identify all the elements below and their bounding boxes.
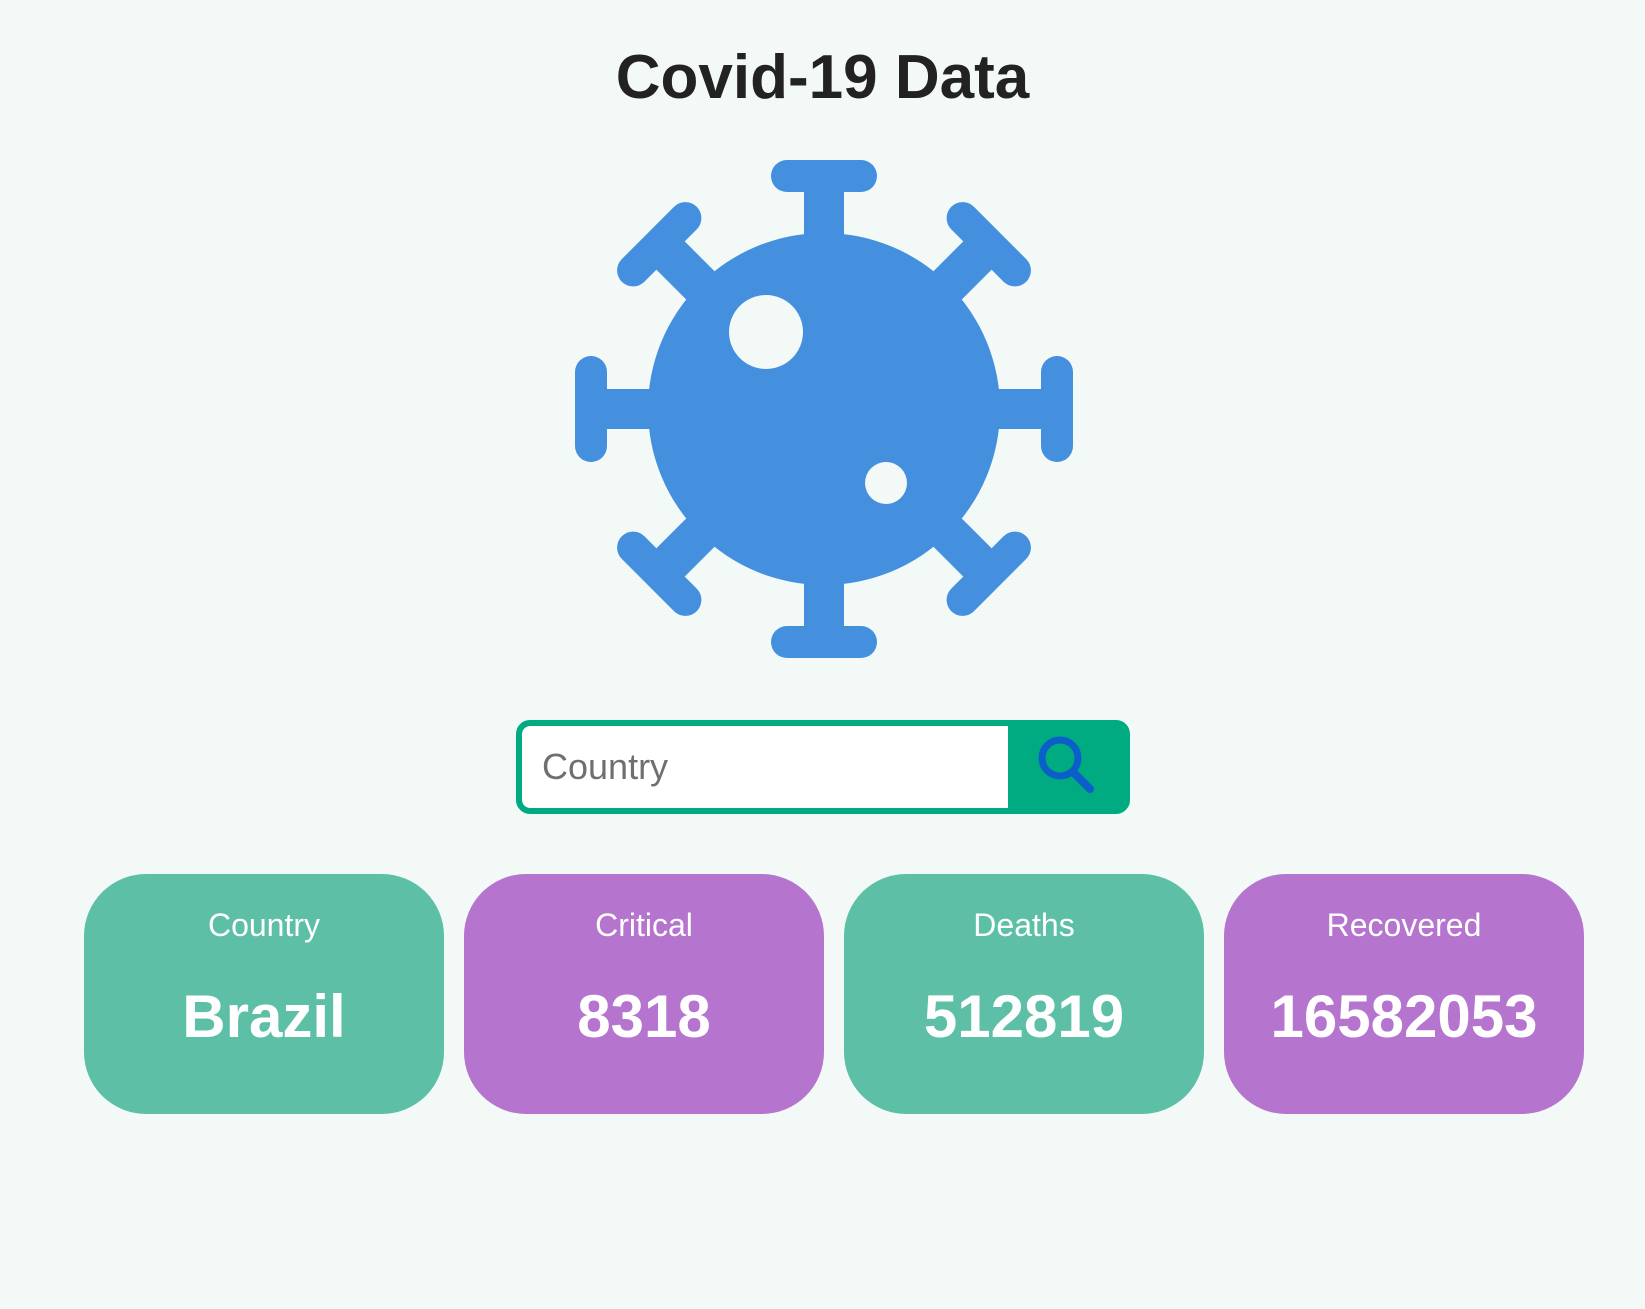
search-button[interactable] bbox=[1008, 726, 1124, 808]
recovered-card-label: Recovered bbox=[1326, 907, 1482, 943]
country-search-input[interactable] bbox=[522, 726, 1008, 808]
search-bar bbox=[516, 720, 1130, 814]
critical-card-label: Critical bbox=[595, 907, 693, 943]
country-card-label: Country bbox=[207, 907, 321, 943]
deaths-card-value: 512819 bbox=[923, 983, 1125, 1050]
search-icon bbox=[1036, 734, 1096, 801]
critical-card: Critical 8318 bbox=[464, 874, 824, 1114]
page-title: Covid-19 Data bbox=[615, 43, 1030, 112]
deaths-card: Deaths 512819 bbox=[844, 874, 1204, 1114]
country-card: Country Brazil bbox=[84, 874, 444, 1114]
country-card-value: Brazil bbox=[182, 983, 346, 1050]
recovered-card: Recovered 16582053 bbox=[1224, 874, 1584, 1114]
deaths-card-label: Deaths bbox=[973, 907, 1075, 943]
recovered-card-value: 16582053 bbox=[1270, 983, 1538, 1050]
critical-card-value: 8318 bbox=[577, 983, 711, 1050]
stats-cards: Country Brazil Critical 8318 Deaths 5128… bbox=[84, 874, 1585, 1114]
virus-icon bbox=[573, 158, 1075, 660]
